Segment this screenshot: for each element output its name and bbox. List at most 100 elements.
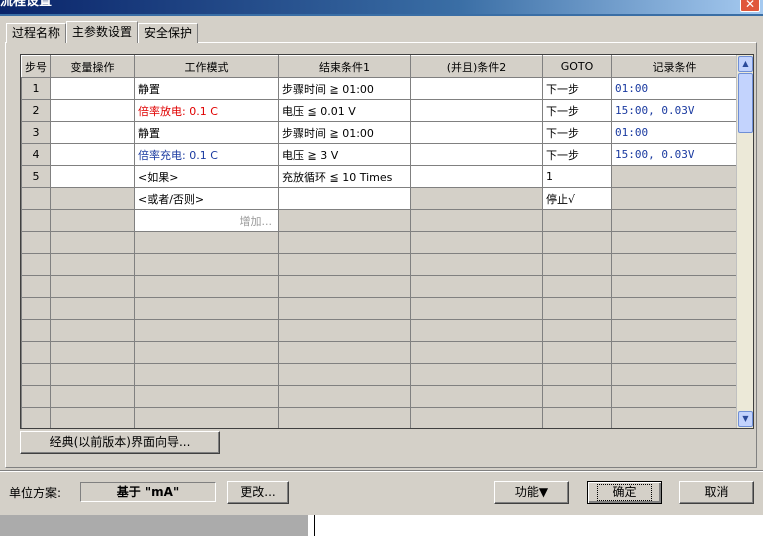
empty-cell	[50, 363, 135, 386]
cancel-button[interactable]: 取消	[679, 481, 754, 504]
record-cond-cell[interactable]: 01:00	[611, 121, 738, 144]
footer-divider	[0, 470, 763, 472]
table-row[interactable]: 4 倍率充电: 0.1 C 电压 ≧ 3 V 下一步 15:00, 0.03V	[21, 143, 738, 166]
empty-cell	[611, 319, 738, 342]
end-cond1-cell[interactable]: 电压 ≧ 3 V	[278, 143, 411, 166]
record-cond-cell	[611, 165, 738, 188]
end-cond1-cell[interactable]: 充放循环 ≦ 10 Times	[278, 165, 411, 188]
empty-cell	[611, 407, 738, 428]
var-op-cell[interactable]	[50, 121, 135, 144]
step-grid[interactable]: 步号 变量操作 工作模式 结束条件1 (并且)条件2 GOTO 记录条件 1 静…	[20, 54, 754, 429]
function-menu-button[interactable]: 功能▼	[494, 481, 569, 504]
header-goto: GOTO	[542, 55, 612, 78]
empty-cell	[611, 275, 738, 298]
empty-row	[21, 341, 738, 364]
cond2-cell[interactable]	[410, 99, 543, 122]
empty-cell	[21, 275, 51, 298]
tab-process-name[interactable]: 过程名称	[6, 23, 67, 43]
tab-main-params[interactable]: 主参数设置	[66, 21, 139, 43]
table-row[interactable]: 3 静置 步骤时间 ≧ 01:00 下一步 01:00	[21, 121, 738, 144]
add-step-cell[interactable]: 增加...	[134, 209, 279, 232]
empty-cell	[134, 363, 279, 386]
ok-button[interactable]: 确定	[587, 481, 662, 504]
empty-cell	[50, 319, 135, 342]
record-cond-cell[interactable]: 15:00, 0.03V	[611, 99, 738, 122]
unit-scheme-value: 基于 "mA"	[80, 482, 216, 502]
cond2-cell[interactable]	[410, 121, 543, 144]
empty-row	[21, 231, 738, 254]
work-mode-cell[interactable]: 倍率充电: 0.1 C	[134, 143, 279, 166]
empty-cell	[21, 253, 51, 276]
empty-cell	[542, 297, 612, 320]
header-work-mode: 工作模式	[134, 55, 279, 78]
table-row[interactable]: 5 <如果> 充放循环 ≦ 10 Times 1	[21, 165, 738, 188]
end-cond1-cell[interactable]: 步骤时间 ≧ 01:00	[278, 77, 411, 100]
empty-row	[21, 363, 738, 386]
scroll-up-icon[interactable]: ▲	[738, 56, 753, 72]
empty-cell	[410, 385, 543, 408]
cond2-cell	[410, 187, 543, 210]
var-op-cell[interactable]	[50, 99, 135, 122]
add-row[interactable]: 增加...	[21, 209, 738, 232]
record-cond-cell[interactable]: 01:00	[611, 77, 738, 100]
empty-cell	[611, 297, 738, 320]
cond2-cell	[410, 209, 543, 232]
empty-row	[21, 319, 738, 342]
work-mode-cell[interactable]: <或者/否则>	[134, 187, 279, 210]
unit-scheme-label: 单位方案:	[9, 486, 62, 500]
empty-cell	[50, 407, 135, 428]
scroll-down-icon[interactable]: ▼	[738, 411, 753, 427]
var-op-cell[interactable]	[50, 77, 135, 100]
end-cond1-cell[interactable]	[278, 187, 411, 210]
cond2-cell[interactable]	[410, 165, 543, 188]
goto-cell[interactable]: 下一步	[542, 99, 612, 122]
tab-safety[interactable]: 安全保护	[138, 23, 199, 43]
goto-cell[interactable]: 1	[542, 165, 612, 188]
step-number: 4	[21, 143, 51, 166]
classic-wizard-button[interactable]: 经典(以前版本)界面向导...	[20, 431, 220, 454]
empty-cell	[410, 363, 543, 386]
empty-cell	[134, 341, 279, 364]
vertical-scrollbar[interactable]: ▲ ▼	[736, 55, 753, 428]
empty-cell	[278, 275, 411, 298]
empty-cell	[21, 341, 51, 364]
step-number	[21, 209, 51, 232]
close-icon[interactable]: ✕	[740, 0, 760, 12]
var-op-cell[interactable]	[50, 165, 135, 188]
end-cond1-cell[interactable]: 电压 ≦ 0.01 V	[278, 99, 411, 122]
cond2-cell[interactable]	[410, 77, 543, 100]
empty-row	[21, 275, 738, 298]
step-table: 步号 变量操作 工作模式 结束条件1 (并且)条件2 GOTO 记录条件 1 静…	[21, 55, 738, 428]
change-unit-button[interactable]: 更改...	[227, 481, 289, 504]
table-row[interactable]: 2 倍率放电: 0.1 C 电压 ≦ 0.01 V 下一步 15:00, 0.0…	[21, 99, 738, 122]
end-cond1-cell[interactable]: 步骤时间 ≧ 01:00	[278, 121, 411, 144]
header-record-cond: 记录条件	[611, 55, 738, 78]
goto-cell[interactable]: 下一步	[542, 121, 612, 144]
table-row[interactable]: <或者/否则> 停止√	[21, 187, 738, 210]
empty-cell	[278, 407, 411, 428]
table-row[interactable]: 1 静置 步骤时间 ≧ 01:00 下一步 01:00	[21, 77, 738, 100]
empty-cell	[542, 231, 612, 254]
goto-cell[interactable]: 下一步	[542, 77, 612, 100]
record-cond-cell	[611, 209, 738, 232]
step-number: 2	[21, 99, 51, 122]
empty-cell	[134, 297, 279, 320]
goto-cell[interactable]: 停止√	[542, 187, 612, 210]
work-mode-cell[interactable]: 静置	[134, 77, 279, 100]
work-mode-cell[interactable]: 倍率放电: 0.1 C	[134, 99, 279, 122]
work-mode-cell[interactable]: 静置	[134, 121, 279, 144]
empty-row	[21, 385, 738, 408]
var-op-cell[interactable]	[50, 143, 135, 166]
empty-cell	[278, 341, 411, 364]
work-mode-cell[interactable]: <如果>	[134, 165, 279, 188]
empty-cell	[542, 275, 612, 298]
scroll-thumb[interactable]	[738, 73, 753, 133]
empty-cell	[410, 275, 543, 298]
empty-cell	[21, 297, 51, 320]
goto-cell[interactable]: 下一步	[542, 143, 612, 166]
record-cond-cell[interactable]: 15:00, 0.03V	[611, 143, 738, 166]
goto-cell	[542, 209, 612, 232]
cond2-cell[interactable]	[410, 143, 543, 166]
empty-cell	[542, 407, 612, 428]
step-number: 1	[21, 77, 51, 100]
